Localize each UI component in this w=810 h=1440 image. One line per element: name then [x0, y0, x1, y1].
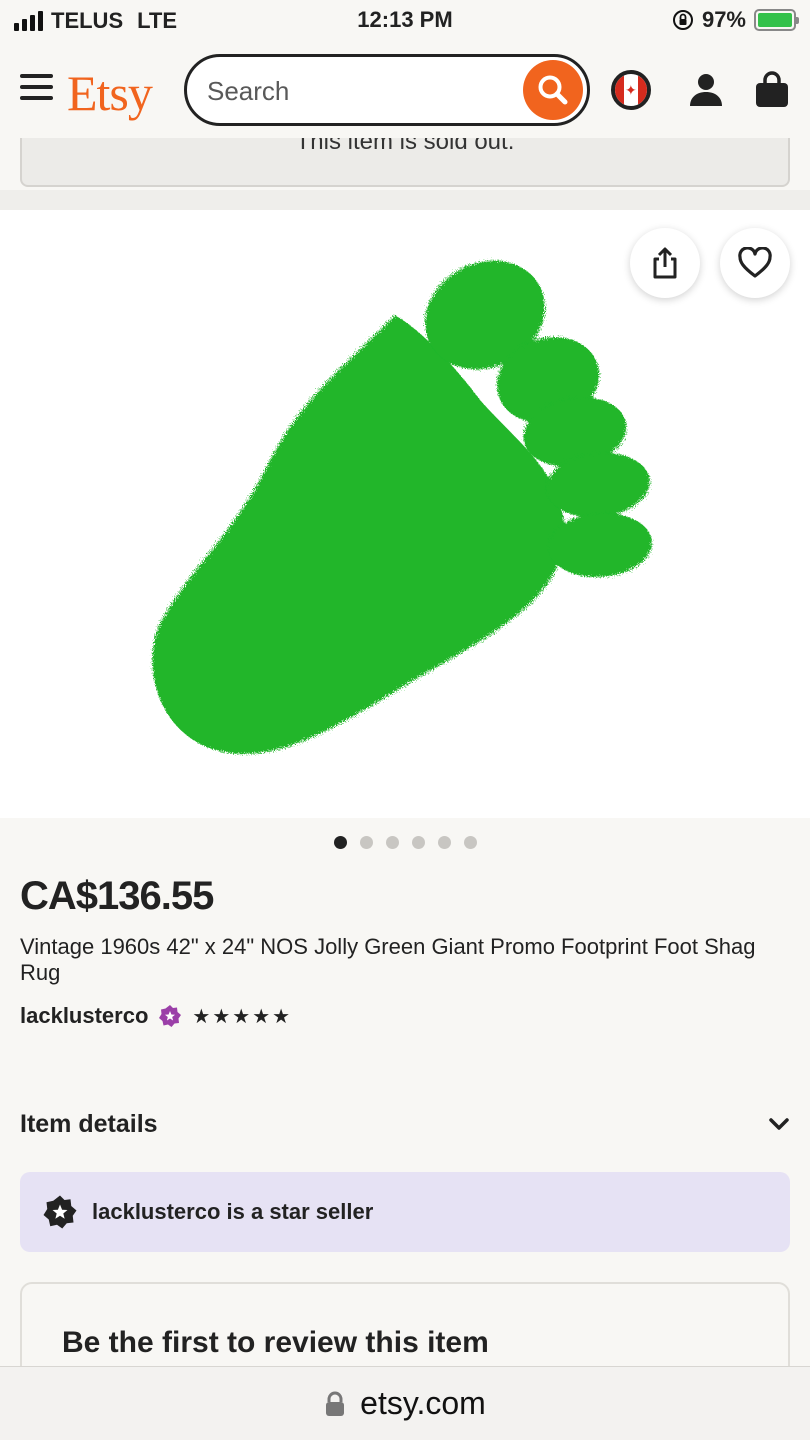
listing-title: Vintage 1960s 42" x 24" NOS Jolly Green …	[20, 934, 756, 985]
star-seller-text: lacklusterco is a star seller	[92, 1199, 374, 1224]
status-right: 97%	[672, 7, 799, 33]
star-seller-banner: lacklusterco is a star seller	[20, 1172, 790, 1252]
orientation-lock-icon	[672, 10, 693, 30]
search-icon	[538, 75, 568, 105]
search-bar	[184, 54, 590, 126]
share-icon	[653, 247, 677, 279]
lock-icon	[326, 1391, 345, 1416]
share-button[interactable]	[630, 228, 700, 298]
battery-percent: 97%	[701, 7, 746, 32]
favorite-button[interactable]	[720, 228, 790, 298]
carousel-dots[interactable]	[0, 836, 810, 849]
carousel-dot[interactable]	[463, 836, 477, 849]
search-input[interactable]	[207, 71, 507, 111]
browser-url-bar[interactable]: etsy.com	[0, 1366, 810, 1440]
rating-stars: ★★★★★	[192, 1005, 293, 1028]
carousel-dot[interactable]	[437, 836, 451, 849]
seller-name-link[interactable]: lacklusterco	[20, 1003, 148, 1029]
canada-flag-icon[interactable]: ✦	[611, 70, 651, 110]
chevron-down-icon	[769, 1118, 789, 1130]
star-badge-icon	[43, 1195, 77, 1229]
price: CA$136.55	[20, 874, 214, 918]
product-image	[152, 260, 652, 754]
shopping-bag-icon[interactable]	[752, 70, 792, 110]
carousel-dot[interactable]	[411, 836, 425, 849]
status-bar: TELUS LTE 12:13 PM 97%	[0, 0, 810, 42]
item-details-label: Item details	[20, 1109, 158, 1138]
search-button[interactable]	[523, 60, 583, 120]
carousel-dot[interactable]	[385, 836, 399, 849]
user-icon[interactable]	[686, 70, 726, 110]
etsy-logo[interactable]: Etsy	[67, 64, 153, 122]
menu-icon[interactable]	[20, 74, 53, 100]
section-divider	[0, 190, 810, 210]
battery-icon	[754, 9, 799, 31]
item-details-toggle[interactable]: Item details	[20, 1104, 790, 1144]
site-header: Etsy ✦	[0, 42, 810, 138]
star-seller-badge-icon	[159, 1005, 182, 1027]
etsy-listing-page: TELUS LTE 12:13 PM 97% This item is sold…	[0, 0, 810, 1440]
url-text: etsy.com	[360, 1385, 486, 1421]
heart-icon	[738, 247, 772, 278]
carousel-dot[interactable]	[359, 836, 373, 849]
carousel-dot[interactable]	[333, 836, 347, 849]
product-image-gallery[interactable]	[0, 210, 810, 818]
seller-info: lacklusterco ★★★★★	[20, 1003, 292, 1029]
review-prompt: Be the first to review this item	[62, 1326, 489, 1359]
